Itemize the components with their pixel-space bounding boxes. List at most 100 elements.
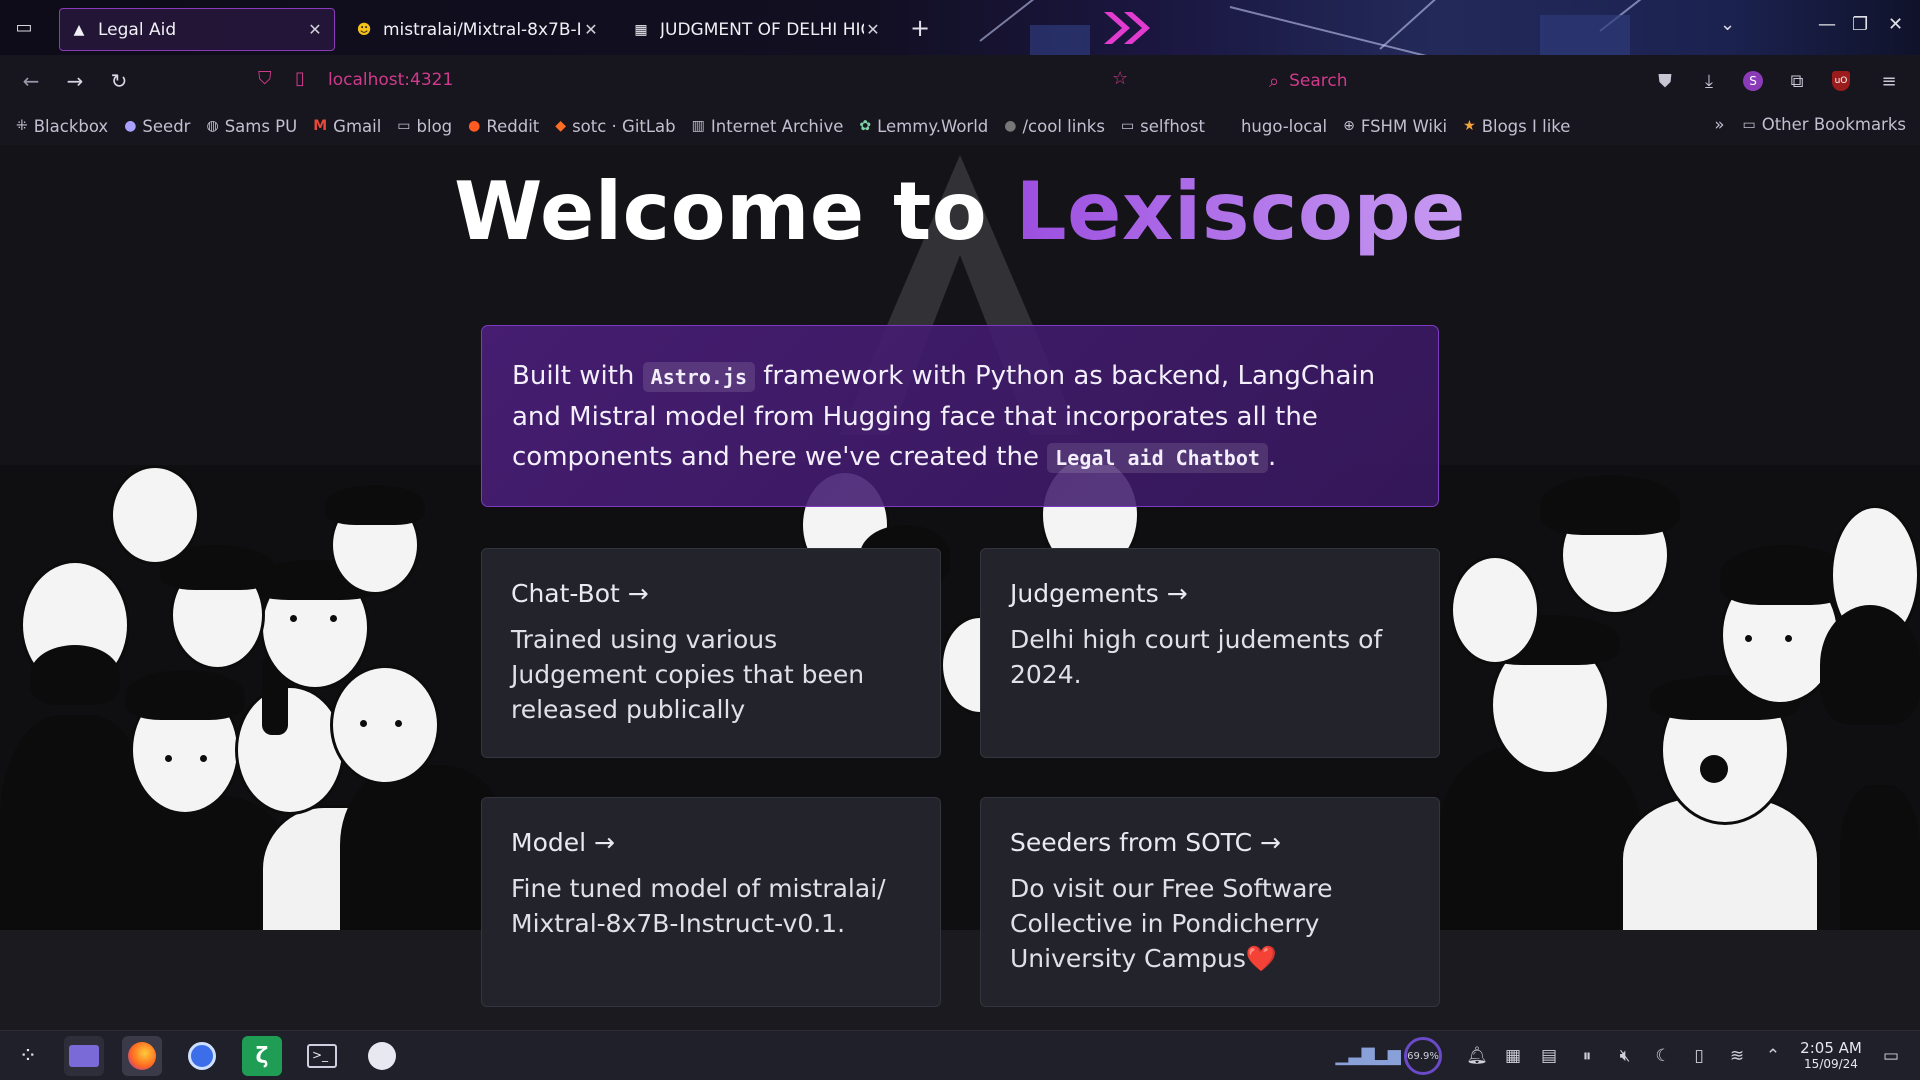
theme-chevron-logo xyxy=(1104,12,1150,44)
bookmark-star-icon[interactable]: ☆ xyxy=(1112,68,1128,89)
signal-icon[interactable] xyxy=(182,1036,222,1076)
bookmark-blog[interactable]: ▭ blog xyxy=(397,117,452,136)
search-box[interactable]: ⌕ Search xyxy=(1255,61,1635,101)
battery-icon[interactable]: ▯ xyxy=(1688,1045,1710,1067)
blackbox-icon: ⁜ xyxy=(16,118,28,134)
bookmark-blackbox[interactable]: ⁜ Blackbox xyxy=(16,117,108,136)
intro-code: Legal aid Chatbot xyxy=(1047,443,1268,473)
tab-title: Legal Aid xyxy=(98,19,177,40)
navigation-bar: ← → ↻ ⛉ ▯ localhost:4321 ☆ ⌕ Search ⛊ ⤓ … xyxy=(0,55,1920,107)
card-seeders[interactable]: Seeders from SOTC → Do visit our Free So… xyxy=(980,797,1440,1007)
bookmark-gmail[interactable]: M Gmail xyxy=(313,117,381,136)
other-bookmarks[interactable]: ▭ Other Bookmarks xyxy=(1742,115,1906,134)
bookmark-gitlab[interactable]: ◆ sotc · GitLab xyxy=(555,117,675,136)
page-info-icon[interactable]: ▯ xyxy=(295,68,305,89)
bookmarks-overflow-icon[interactable]: » xyxy=(1714,115,1724,134)
cpu-usage-indicator[interactable]: 69.9% xyxy=(1404,1037,1442,1075)
zulip-icon[interactable]: ζ xyxy=(242,1036,282,1076)
system-clock[interactable]: 2:05 AM 15/09/24 xyxy=(1796,1040,1866,1072)
media-pause-icon[interactable]: ⏸︎ xyxy=(1576,1045,1598,1067)
tab-list-icon[interactable]: ▭ xyxy=(12,15,36,39)
app-launcher-icon[interactable]: ⁘ xyxy=(8,1036,48,1076)
bookmark-label: Other Bookmarks xyxy=(1761,115,1906,134)
wifi-icon[interactable]: ≋ xyxy=(1726,1045,1748,1067)
back-icon[interactable]: ← xyxy=(18,68,44,94)
close-tab-icon[interactable]: ✕ xyxy=(582,20,600,39)
card-title: Model → xyxy=(511,828,615,857)
bookmark-label: Seedr xyxy=(142,116,191,136)
crowd-illustration xyxy=(0,465,1920,930)
bookmark-lemmy[interactable]: ✿ Lemmy.World xyxy=(859,117,988,136)
bookmark-blogs-i-like[interactable]: ★ Blogs I like xyxy=(1463,117,1570,136)
bookmark-reddit[interactable]: ● Reddit xyxy=(468,117,539,136)
bookmark-sams-pu[interactable]: ◍ Sams PU xyxy=(206,117,297,136)
samspu-icon: ◍ xyxy=(206,118,219,134)
intro-code: Astro.js xyxy=(642,362,755,392)
close-tab-icon[interactable]: ✕ xyxy=(306,20,324,39)
tab-judgment[interactable]: ▦ JUDGMENT OF DELHI HIGH ✕ xyxy=(622,8,892,51)
bookmark-fshm-wiki[interactable]: ⊕ FSHM Wiki xyxy=(1343,117,1447,136)
globe-icon: ⊕ xyxy=(1343,118,1355,134)
file-manager-icon[interactable] xyxy=(64,1036,104,1076)
tray-expand-icon[interactable]: ⌃ xyxy=(1762,1045,1784,1067)
card-judgements[interactable]: Judgements → Delhi high court judements … xyxy=(980,548,1440,758)
keyboard-layout-icon[interactable]: ▦ xyxy=(1502,1045,1524,1067)
profile-extension-icon[interactable]: S xyxy=(1740,68,1766,94)
clipboard-icon[interactable]: ▤ xyxy=(1538,1045,1560,1067)
system-monitor-graph-icon[interactable]: ▁▃▇▂▆ xyxy=(1335,1045,1400,1067)
downloads-icon[interactable]: ⤓ xyxy=(1696,68,1722,94)
tab-title: JUDGMENT OF DELHI HIGH xyxy=(660,19,864,40)
card-model[interactable]: Model → Fine tuned model of mistralai/ M… xyxy=(481,797,941,1007)
bookmark-cool-links[interactable]: ● /cool links xyxy=(1004,117,1105,136)
menu-icon[interactable]: ≡ xyxy=(1876,68,1902,94)
ublock-icon[interactable]: uO xyxy=(1828,68,1854,94)
forward-icon[interactable]: → xyxy=(62,68,88,94)
night-color-icon[interactable]: ☾ xyxy=(1652,1045,1674,1067)
bookmark-internet-archive[interactable]: ▥ Internet Archive xyxy=(692,117,844,136)
card-description: Delhi high court judements of 2024. xyxy=(1010,625,1383,689)
dot-icon: ● xyxy=(1004,118,1017,134)
bookmark-seedr[interactable]: ● Seedr xyxy=(124,117,190,136)
bookmark-label: Blogs I like xyxy=(1481,116,1571,136)
page-title: Welcome to Lexiscope xyxy=(0,165,1920,258)
extensions-icon[interactable]: ⧉ xyxy=(1784,68,1810,94)
bookmark-hugo-local[interactable]: hugo-local xyxy=(1241,117,1327,136)
folder-icon: ▭ xyxy=(1120,118,1135,134)
card-chat-bot[interactable]: Chat-Bot → Trained using various Judgeme… xyxy=(481,548,941,758)
tab-legal-aid[interactable]: ▲ Legal Aid ✕ xyxy=(59,8,335,51)
bookmark-label: Sams PU xyxy=(224,116,298,136)
minimize-icon[interactable]: — xyxy=(1818,14,1836,35)
terminal-icon[interactable]: >_ xyxy=(302,1036,342,1076)
notifications-icon[interactable]: 🔔︎ xyxy=(1466,1045,1488,1067)
title-brand: Lexiscope xyxy=(1015,165,1466,258)
kde-connect-icon[interactable] xyxy=(362,1036,402,1076)
url-field[interactable]: localhost:4321 xyxy=(328,70,453,90)
new-tab-icon[interactable]: + xyxy=(910,14,930,42)
bookmark-label: hugo-local xyxy=(1240,116,1328,136)
tab-title: mistralai/Mixtral-8x7B-Inst xyxy=(383,19,582,40)
card-description: Trained using various Judgement copies t… xyxy=(511,625,865,724)
firefox-icon[interactable] xyxy=(122,1036,162,1076)
lemmy-icon: ✿ xyxy=(859,118,872,134)
intro-callout: Built with Astro.js framework with Pytho… xyxy=(481,325,1439,507)
volume-muted-icon[interactable]: 🔇︎ xyxy=(1614,1045,1636,1067)
show-desktop-icon[interactable]: ▭ xyxy=(1880,1045,1902,1067)
close-tab-icon[interactable]: ✕ xyxy=(864,20,882,39)
restore-icon[interactable]: ❐ xyxy=(1852,14,1868,35)
tracking-shield-icon[interactable]: ⛉ xyxy=(258,68,272,89)
bookmark-selfhost[interactable]: ▭ selfhost xyxy=(1121,117,1205,136)
close-window-icon[interactable]: ✕ xyxy=(1888,14,1903,35)
tab-mixtral[interactable]: ☻ mistralai/Mixtral-8x7B-Inst ✕ xyxy=(345,8,610,51)
reddit-icon: ● xyxy=(468,118,481,134)
taskbar: ⁘ ζ >_ ▁▃▇▂▆ 69.9% 🔔︎ ▦ ▤ ⏸︎ 🔇︎ ☾ ▯ ≋ ⌃ … xyxy=(0,1030,1920,1080)
reload-icon[interactable]: ↻ xyxy=(106,68,132,94)
search-placeholder: Search xyxy=(1289,71,1348,91)
card-description: Fine tuned model of mistralai/ Mixtral-8… xyxy=(511,874,886,938)
page-footer-area xyxy=(0,930,1920,1030)
pocket-icon[interactable]: ⛊ xyxy=(1652,68,1678,94)
huggingface-favicon-icon: ☻ xyxy=(356,21,372,38)
tab-overflow-icon[interactable]: ⌄ xyxy=(1720,14,1735,35)
intro-text: . xyxy=(1267,442,1277,472)
bookmark-label: FSHM Wiki xyxy=(1360,116,1448,136)
bookmark-label: Reddit xyxy=(486,116,540,136)
